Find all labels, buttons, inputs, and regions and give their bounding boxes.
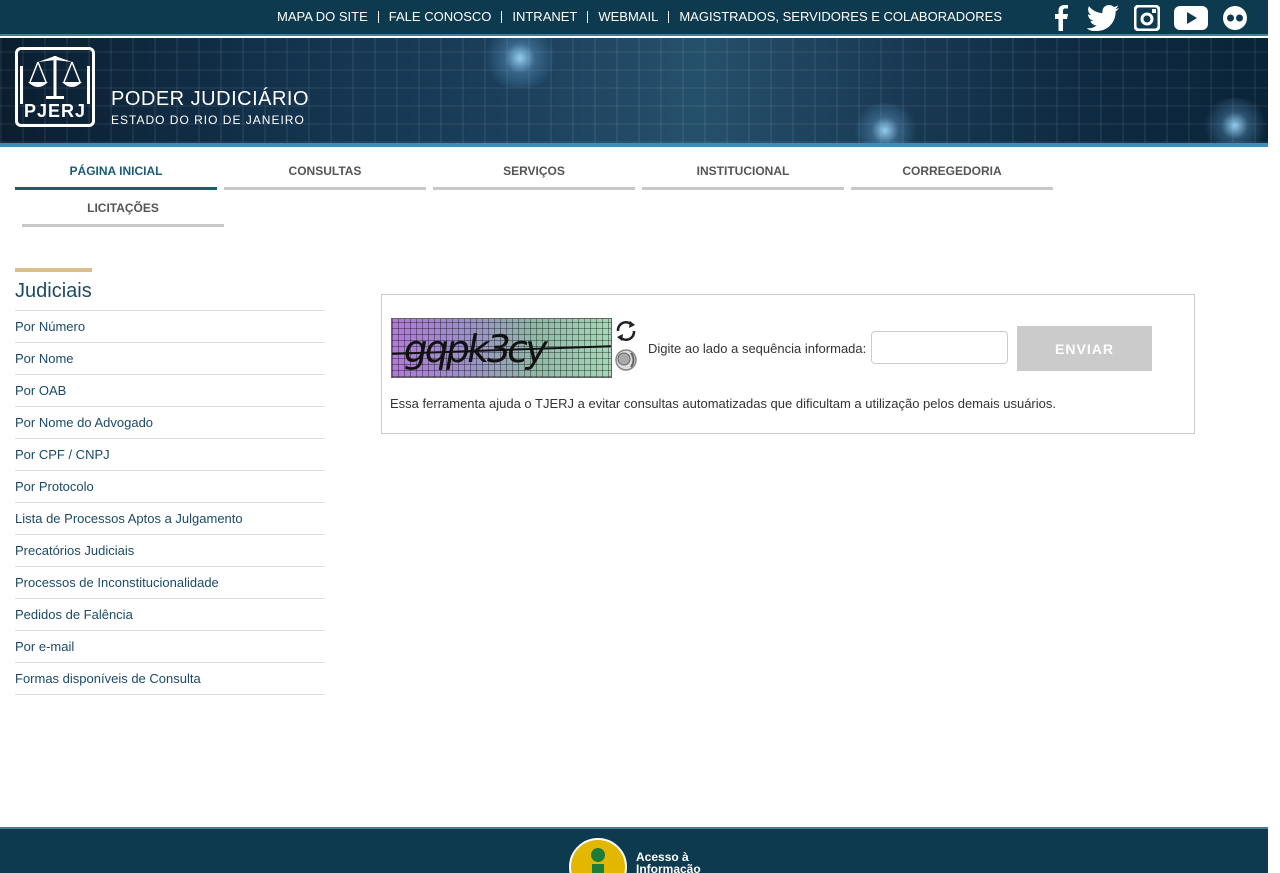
link-fale-conosco[interactable]: FALE CONOSCO [384,10,497,24]
sidebar-item-por-email[interactable]: Por e-mail [15,631,325,663]
org-title: PODER JUDICIÁRIO [111,88,310,110]
sidebar-menu: Por Número Por Nome Por OAB Por Nome do … [15,310,325,695]
sidebar-item-por-oab[interactable]: Por OAB [15,375,325,407]
link-webmail[interactable]: WEBMAIL [593,10,663,24]
sidebar-item-por-numero[interactable]: Por Número [15,311,325,343]
separator [587,11,589,23]
logo-text: PJERJ [23,101,87,121]
acesso-informacao-link[interactable]: Acesso à Informação [636,851,701,873]
sidebar-item-lista-processos[interactable]: Lista de Processos Aptos a Julgamento [15,503,325,535]
captcha-image: gqpk3cy [391,318,612,378]
link-intranet[interactable]: INTRANET [507,10,582,24]
info-dot [591,848,605,862]
sidebar-item-por-nome[interactable]: Por Nome [15,343,325,375]
nav-corregedoria[interactable]: CORREGEDORIA [851,150,1053,190]
sidebar-item-por-cpf-cnpj[interactable]: Por CPF / CNPJ [15,439,325,471]
social-links [1050,4,1248,36]
flickr-icon[interactable] [1222,5,1248,36]
top-links: MAPA DO SITE FALE CONOSCO INTRANET WEBMA… [272,10,1007,24]
audio-icon[interactable] [614,347,640,378]
captcha-input[interactable] [871,331,1008,364]
captcha-panel: gqpk3cy Digite ao lado a sequência infor… [381,294,1195,434]
footer [0,827,1268,873]
separator [377,11,379,23]
sidebar-item-inconstitucionalidade[interactable]: Processos de Inconstitucionalidade [15,567,325,599]
separator [668,11,670,23]
info-bar [592,864,604,873]
separator [501,11,503,23]
nav-consultas[interactable]: CONSULTAS [224,150,426,190]
acesso-text-line2: Informação [636,862,701,873]
sidebar-item-formas-consulta[interactable]: Formas disponíveis de Consulta [15,663,325,695]
sidebar-item-por-protocolo[interactable]: Por Protocolo [15,471,325,503]
link-mapa-do-site[interactable]: MAPA DO SITE [272,10,373,24]
instagram-icon[interactable] [1133,4,1161,36]
sidebar-item-precatorios[interactable]: Precatórios Judiciais [15,535,325,567]
org-subtitle: ESTADO DO RIO DE JANEIRO [111,113,305,127]
top-bar: MAPA DO SITE FALE CONOSCO INTRANET WEBMA… [0,0,1268,36]
nav-institucional[interactable]: INSTITUCIONAL [642,150,844,190]
captcha-label: Digite ao lado a sequência informada: [648,341,867,356]
sidebar-item-falencia[interactable]: Pedidos de Falência [15,599,325,631]
header-stripe [0,143,1268,147]
nav-servicos[interactable]: SERVIÇOS [433,150,635,190]
facebook-icon[interactable] [1050,5,1072,36]
scales-icon [20,56,90,104]
submit-button[interactable]: ENVIAR [1017,326,1152,371]
sidebar-item-por-nome-advogado[interactable]: Por Nome do Advogado [15,407,325,439]
refresh-icon[interactable] [614,320,638,347]
link-magistrados[interactable]: MAGISTRADOS, SERVIDORES E COLABORADORES [674,10,1007,24]
nav-pagina-inicial[interactable]: PÁGINA INICIAL [15,150,217,190]
youtube-icon[interactable] [1174,6,1208,35]
captcha-note: Essa ferramenta ajuda o TJERJ a evitar c… [390,396,1056,411]
nav-licitacoes[interactable]: LICITAÇÕES [22,187,224,227]
twitter-icon[interactable] [1086,5,1120,36]
light-glow [1200,98,1268,143]
sidebar-title: Judiciais [15,280,92,302]
pjerj-logo[interactable]: PJERJ [15,47,95,127]
sidebar-accent [15,268,92,272]
